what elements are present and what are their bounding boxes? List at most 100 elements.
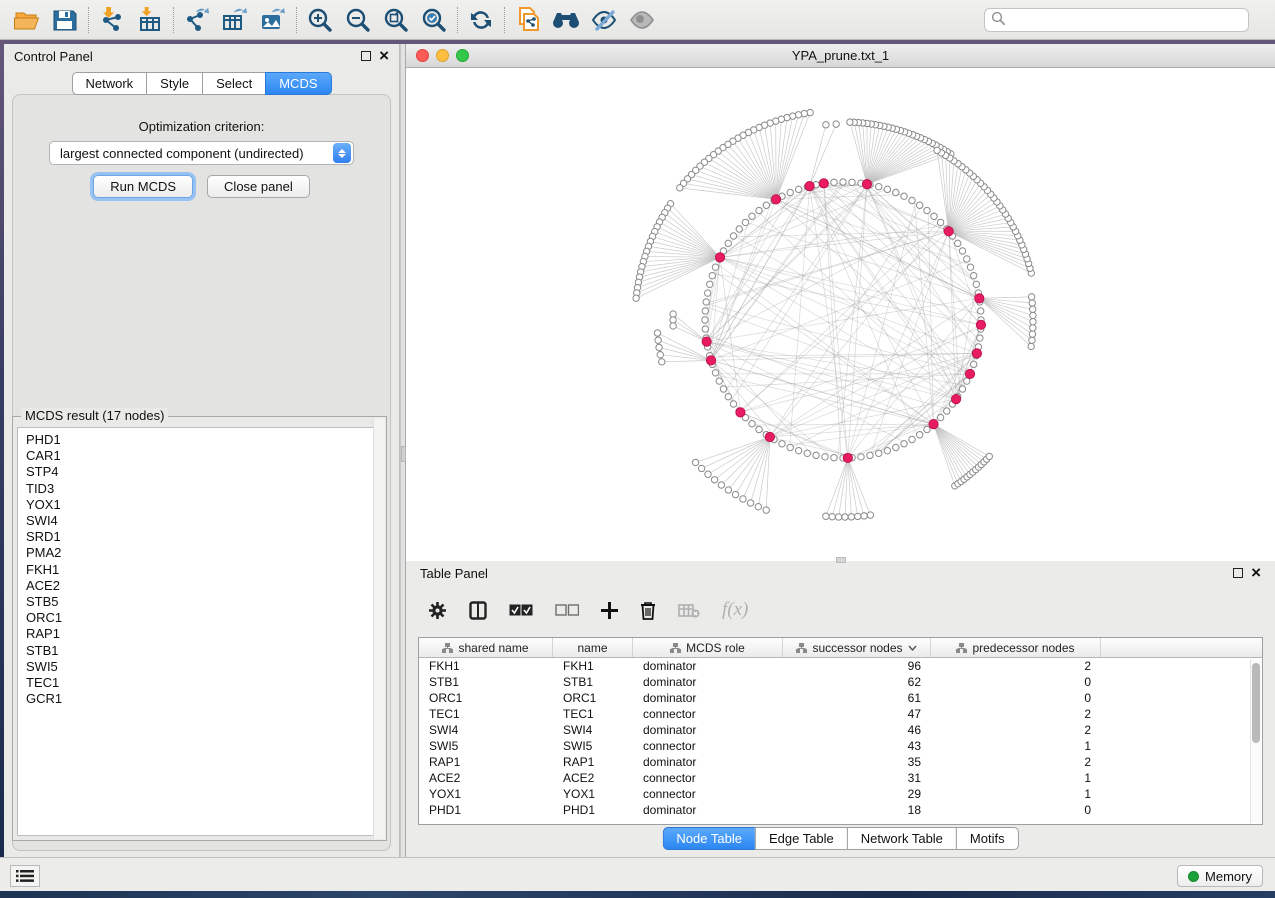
table-options-gear-icon[interactable]: [428, 601, 447, 620]
column-header-successor-nodes[interactable]: successor nodes: [783, 638, 931, 657]
hide-selected-icon[interactable]: [585, 4, 623, 36]
table-cell[interactable]: 43: [783, 738, 931, 754]
criterion-dropdown[interactable]: largest connected component (undirected): [49, 141, 354, 165]
table-cell[interactable]: SWI5: [419, 738, 553, 754]
task-history-button[interactable]: [10, 865, 40, 887]
table-cell[interactable]: 2: [931, 658, 1101, 674]
table-row[interactable]: YOX1YOX1connector291: [419, 786, 1262, 802]
table-row[interactable]: ORC1ORC1dominator610: [419, 690, 1262, 706]
table-cell[interactable]: dominator: [633, 658, 783, 674]
mcds-hub-node[interactable]: [975, 294, 984, 303]
maximize-window-icon[interactable]: [456, 49, 469, 62]
result-list-item[interactable]: ORC1: [26, 610, 381, 626]
table-cell[interactable]: dominator: [633, 754, 783, 770]
result-list-item[interactable]: SWI4: [26, 513, 381, 529]
table-cell[interactable]: ORC1: [553, 690, 633, 706]
table-cell[interactable]: 1: [931, 786, 1101, 802]
search-input[interactable]: [1006, 13, 1242, 27]
table-cell[interactable]: 96: [783, 658, 931, 674]
run-mcds-button[interactable]: Run MCDS: [93, 175, 193, 198]
refresh-view-icon[interactable]: [462, 4, 500, 36]
show-columns-icon[interactable]: [469, 601, 487, 620]
table-cell[interactable]: STB1: [553, 674, 633, 690]
close-table-panel-icon[interactable]: ×: [1251, 568, 1261, 578]
table-cell[interactable]: 61: [783, 690, 931, 706]
table-cell[interactable]: dominator: [633, 802, 783, 818]
result-list-item[interactable]: PHD1: [26, 432, 381, 448]
column-header-name[interactable]: name: [553, 638, 633, 657]
table-cell[interactable]: connector: [633, 786, 783, 802]
column-header-MCDS-role[interactable]: MCDS role: [633, 638, 783, 657]
table-cell[interactable]: YOX1: [419, 786, 553, 802]
result-list-item[interactable]: TID3: [26, 481, 381, 497]
table-cell[interactable]: 31: [783, 770, 931, 786]
table-cell[interactable]: connector: [633, 738, 783, 754]
table-cell[interactable]: ACE2: [553, 770, 633, 786]
table-cell[interactable]: 2: [931, 754, 1101, 770]
tab-select[interactable]: Select: [202, 72, 266, 95]
import-network-icon[interactable]: [93, 4, 131, 36]
close-panel-button[interactable]: Close panel: [207, 175, 310, 198]
save-session-icon[interactable]: [46, 4, 84, 36]
table-cell[interactable]: connector: [633, 706, 783, 722]
mcds-hub-node[interactable]: [929, 420, 938, 429]
table-row[interactable]: SWI4SWI4dominator462: [419, 722, 1262, 738]
result-list-item[interactable]: SWI5: [26, 659, 381, 675]
table-cell[interactable]: YOX1: [553, 786, 633, 802]
table-cell[interactable]: PHD1: [419, 802, 553, 818]
mcds-hub-node[interactable]: [771, 195, 780, 204]
export-image-icon[interactable]: [254, 4, 292, 36]
result-list-item[interactable]: GCR1: [26, 691, 381, 707]
table-cell[interactable]: 1: [931, 770, 1101, 786]
export-network-icon[interactable]: [178, 4, 216, 36]
mcds-hub-node[interactable]: [805, 181, 814, 190]
table-row[interactable]: ACE2ACE2connector311: [419, 770, 1262, 786]
zoom-selected-icon[interactable]: [415, 4, 453, 36]
table-cell[interactable]: 62: [783, 674, 931, 690]
table-cell[interactable]: SWI5: [553, 738, 633, 754]
mcds-hub-node[interactable]: [702, 337, 711, 346]
table-cell[interactable]: TEC1: [419, 706, 553, 722]
table-cell[interactable]: dominator: [633, 674, 783, 690]
table-cell[interactable]: 47: [783, 706, 931, 722]
table-row[interactable]: TEC1TEC1connector472: [419, 706, 1262, 722]
mcds-hub-node[interactable]: [715, 253, 724, 262]
table-cell[interactable]: TEC1: [553, 706, 633, 722]
export-table-icon[interactable]: [216, 4, 254, 36]
tab-mcds[interactable]: MCDS: [265, 72, 331, 95]
mcds-hub-node[interactable]: [862, 179, 871, 188]
result-list-item[interactable]: ACE2: [26, 578, 381, 594]
mcds-hub-node[interactable]: [706, 356, 715, 365]
deselect-all-checks-icon[interactable]: [555, 604, 579, 617]
delete-column-icon[interactable]: [640, 601, 656, 620]
close-window-icon[interactable]: [416, 49, 429, 62]
column-header-predecessor-nodes[interactable]: predecessor nodes: [931, 638, 1101, 657]
table-cell[interactable]: ACE2: [419, 770, 553, 786]
mcds-hub-node[interactable]: [976, 320, 985, 329]
result-list-item[interactable]: PMA2: [26, 545, 381, 561]
table-cell[interactable]: STB1: [419, 674, 553, 690]
node-table[interactable]: shared namenameMCDS rolesuccessor nodesp…: [418, 637, 1263, 825]
network-canvas[interactable]: [406, 68, 1275, 561]
table-cell[interactable]: connector: [633, 770, 783, 786]
tab-network-table[interactable]: Network Table: [847, 827, 957, 850]
result-list-item[interactable]: TEC1: [26, 675, 381, 691]
tab-motifs[interactable]: Motifs: [956, 827, 1019, 850]
table-cell[interactable]: dominator: [633, 690, 783, 706]
table-cell[interactable]: RAP1: [553, 754, 633, 770]
result-list-item[interactable]: STB1: [26, 643, 381, 659]
result-list-item[interactable]: STP4: [26, 464, 381, 480]
table-cell[interactable]: PHD1: [553, 802, 633, 818]
table-cell[interactable]: 35: [783, 754, 931, 770]
open-file-icon[interactable]: [8, 4, 46, 36]
tab-style[interactable]: Style: [146, 72, 203, 95]
import-table-icon[interactable]: [131, 4, 169, 36]
float-table-panel-icon[interactable]: [1233, 568, 1243, 578]
result-list-item[interactable]: RAP1: [26, 626, 381, 642]
select-all-checks-icon[interactable]: [509, 604, 533, 617]
function-builder-icon[interactable]: f(x): [722, 599, 748, 621]
search-field[interactable]: [984, 8, 1249, 32]
result-list-item[interactable]: FKH1: [26, 562, 381, 578]
mcds-hub-node[interactable]: [736, 408, 745, 417]
mcds-hub-node[interactable]: [972, 349, 981, 358]
